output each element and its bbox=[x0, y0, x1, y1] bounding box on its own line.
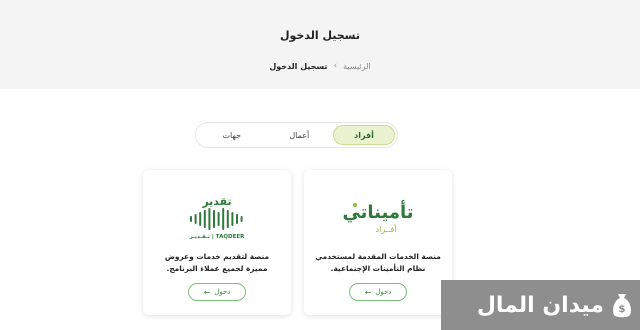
arrow-left-icon: ← bbox=[203, 287, 211, 297]
page-title: تسجيل الدخول bbox=[279, 29, 360, 42]
breadcrumb-current: تسجيل الدخول bbox=[269, 61, 328, 71]
svg-text:تأميناتي: تأميناتي bbox=[342, 200, 413, 223]
watermark-text: ميدان المال bbox=[476, 292, 604, 318]
user-type-tabs: أفراد أعمال جهات bbox=[195, 122, 398, 148]
taminaty-description: منصة الخدمات المقدمة لمستخدمي نظام التأم… bbox=[315, 252, 441, 273]
page-header: تسجيل الدخول الرئيسية › تسجيل الدخول bbox=[0, 0, 640, 89]
taminaty-login-button[interactable]: دخول ← bbox=[349, 283, 407, 301]
breadcrumb: الرئيسية › تسجيل الدخول bbox=[200, 61, 440, 71]
watermark: $ ميدان المال bbox=[441, 280, 640, 330]
svg-text:أفــراد: أفــراد bbox=[376, 224, 397, 234]
svg-text:$: $ bbox=[619, 304, 626, 315]
money-bag-icon: $ bbox=[610, 289, 634, 321]
arrow-left-icon: ← bbox=[364, 287, 372, 297]
tab-individuals[interactable]: أفراد bbox=[333, 125, 395, 145]
tab-entities[interactable]: جهات bbox=[198, 125, 266, 145]
taminaty-card: تأميناتي أفــراد منصة الخدمات المقدمة لم… bbox=[304, 170, 452, 315]
login-label: دخول bbox=[375, 288, 392, 296]
taminaty-logo: تأميناتي أفــراد bbox=[304, 192, 452, 242]
taqdeer-description: منصة لتقديم خدمات وعروض مميزة لجميع عملا… bbox=[164, 252, 270, 273]
taqdeer-logo: تقدير TAQDEER | تـقـديـر bbox=[143, 192, 291, 242]
taqdeer-card: تقدير TAQDEER | تـقـديـر منصة لتقديم خدم… bbox=[143, 170, 291, 315]
svg-text:TAQDEER | تـقـديـر: TAQDEER | تـقـديـر bbox=[189, 234, 246, 240]
taqdeer-login-button[interactable]: دخول ← bbox=[188, 283, 246, 301]
login-label: دخول bbox=[214, 288, 231, 296]
breadcrumb-home[interactable]: الرئيسية bbox=[343, 62, 371, 71]
breadcrumb-separator: › bbox=[333, 61, 338, 71]
svg-text:تقدير: تقدير bbox=[201, 195, 231, 208]
tab-business[interactable]: أعمال bbox=[266, 125, 334, 145]
